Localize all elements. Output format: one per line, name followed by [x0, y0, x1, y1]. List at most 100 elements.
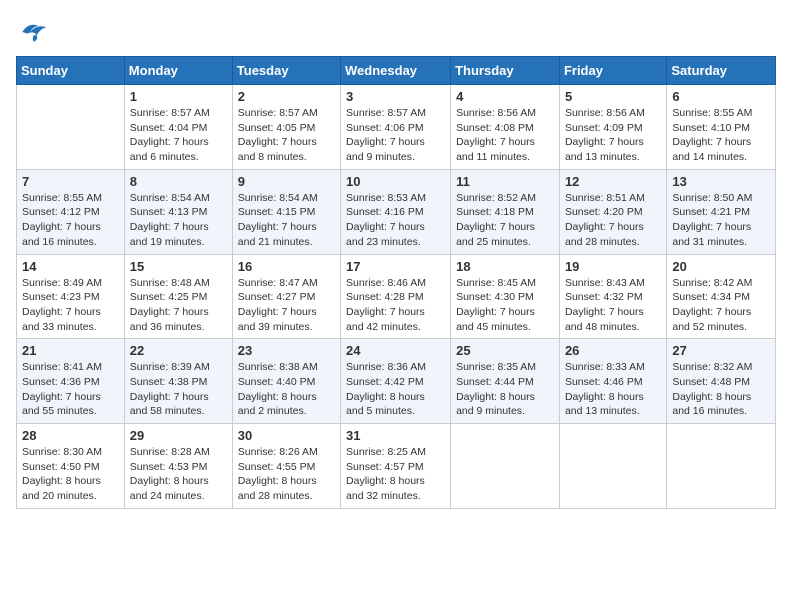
day-info: Sunrise: 8:38 AMSunset: 4:40 PMDaylight:…	[238, 360, 335, 419]
day-info: Sunrise: 8:54 AMSunset: 4:13 PMDaylight:…	[130, 191, 227, 250]
calendar-week-row: 1 Sunrise: 8:57 AMSunset: 4:04 PMDaylight…	[17, 85, 776, 170]
calendar-cell: 23Sunrise: 8:38 AMSunset: 4:40 PMDayligh…	[232, 339, 340, 424]
day-info: Sunrise: 8:50 AMSunset: 4:21 PMDaylight:…	[672, 191, 770, 250]
calendar-cell: 31 Sunrise: 8:25 AMSunset: 4:57 PMDayligh…	[341, 424, 451, 509]
day-number: 4	[456, 89, 554, 104]
calendar-cell: 10 Sunrise: 8:53 AMSunset: 4:16 PMDayligh…	[341, 169, 451, 254]
day-info: Sunrise: 8:55 AMSunset: 4:10 PMDaylight:…	[672, 106, 770, 165]
day-number: 14	[22, 259, 119, 274]
calendar-cell	[559, 424, 666, 509]
day-number: 17	[346, 259, 445, 274]
day-info: Sunrise: 8:55 AMSunset: 4:12 PMDaylight:…	[22, 191, 119, 250]
calendar-cell: 8 Sunrise: 8:54 AMSunset: 4:13 PMDaylight…	[124, 169, 232, 254]
calendar-cell: 17 Sunrise: 8:46 AMSunset: 4:28 PMDayligh…	[341, 254, 451, 339]
weekday-header-wednesday: Wednesday	[341, 57, 451, 85]
day-number: 12	[565, 174, 661, 189]
calendar-cell: 11 Sunrise: 8:52 AMSunset: 4:18 PMDayligh…	[451, 169, 560, 254]
day-number: 21	[22, 343, 119, 358]
day-info: Sunrise: 8:36 AMSunset: 4:42 PMDaylight:…	[346, 360, 445, 419]
day-info: Sunrise: 8:57 AMSunset: 4:04 PMDaylight:…	[130, 106, 227, 165]
day-info: Sunrise: 8:57 AMSunset: 4:06 PMDaylight:…	[346, 106, 445, 165]
day-info: Sunrise: 8:30 AMSunset: 4:50 PMDaylight:…	[22, 445, 119, 504]
logo	[16, 16, 52, 44]
day-info: Sunrise: 8:28 AMSunset: 4:53 PMDaylight:…	[130, 445, 227, 504]
day-info: Sunrise: 8:48 AMSunset: 4:25 PMDaylight:…	[130, 276, 227, 335]
day-info: Sunrise: 8:54 AMSunset: 4:15 PMDaylight:…	[238, 191, 335, 250]
weekday-header-tuesday: Tuesday	[232, 57, 340, 85]
day-info: Sunrise: 8:26 AMSunset: 4:55 PMDaylight:…	[238, 445, 335, 504]
weekday-header-sunday: Sunday	[17, 57, 125, 85]
day-info: Sunrise: 8:57 AMSunset: 4:05 PMDaylight:…	[238, 106, 335, 165]
calendar-cell: 2Sunrise: 8:57 AMSunset: 4:05 PMDaylight…	[232, 85, 340, 170]
calendar-cell: 15 Sunrise: 8:48 AMSunset: 4:25 PMDayligh…	[124, 254, 232, 339]
calendar-week-row: 28 Sunrise: 8:30 AMSunset: 4:50 PMDayligh…	[17, 424, 776, 509]
day-number: 7	[22, 174, 119, 189]
calendar-cell: 4 Sunrise: 8:56 AMSunset: 4:08 PMDaylight…	[451, 85, 560, 170]
calendar-cell: 22 Sunrise: 8:39 AMSunset: 4:38 PMDayligh…	[124, 339, 232, 424]
day-info: Sunrise: 8:53 AMSunset: 4:16 PMDaylight:…	[346, 191, 445, 250]
calendar-week-row: 14 Sunrise: 8:49 AMSunset: 4:23 PMDayligh…	[17, 254, 776, 339]
weekday-header-thursday: Thursday	[451, 57, 560, 85]
day-number: 24	[346, 343, 445, 358]
day-info: Sunrise: 8:46 AMSunset: 4:28 PMDaylight:…	[346, 276, 445, 335]
weekday-header-saturday: Saturday	[667, 57, 776, 85]
calendar-cell: 18 Sunrise: 8:45 AMSunset: 4:30 PMDayligh…	[451, 254, 560, 339]
day-number: 26	[565, 343, 661, 358]
calendar-table: SundayMondayTuesdayWednesdayThursdayFrid…	[16, 56, 776, 509]
day-info: Sunrise: 8:52 AMSunset: 4:18 PMDaylight:…	[456, 191, 554, 250]
day-number: 18	[456, 259, 554, 274]
calendar-cell: 7 Sunrise: 8:55 AMSunset: 4:12 PMDaylight…	[17, 169, 125, 254]
day-number: 25	[456, 343, 554, 358]
day-number: 1	[130, 89, 227, 104]
day-info: Sunrise: 8:56 AMSunset: 4:09 PMDaylight:…	[565, 106, 661, 165]
day-number: 3	[346, 89, 445, 104]
day-number: 15	[130, 259, 227, 274]
calendar-cell	[17, 85, 125, 170]
day-number: 29	[130, 428, 227, 443]
calendar-cell: 30 Sunrise: 8:26 AMSunset: 4:55 PMDayligh…	[232, 424, 340, 509]
day-info: Sunrise: 8:47 AMSunset: 4:27 PMDaylight:…	[238, 276, 335, 335]
day-number: 30	[238, 428, 335, 443]
page-header	[16, 16, 776, 44]
day-number: 9	[238, 174, 335, 189]
day-info: Sunrise: 8:39 AMSunset: 4:38 PMDaylight:…	[130, 360, 227, 419]
weekday-header-monday: Monday	[124, 57, 232, 85]
logo-icon	[16, 16, 48, 44]
day-number: 22	[130, 343, 227, 358]
calendar-cell	[451, 424, 560, 509]
calendar-cell: 1 Sunrise: 8:57 AMSunset: 4:04 PMDaylight…	[124, 85, 232, 170]
day-number: 11	[456, 174, 554, 189]
day-number: 28	[22, 428, 119, 443]
calendar-cell: 29 Sunrise: 8:28 AMSunset: 4:53 PMDayligh…	[124, 424, 232, 509]
day-number: 8	[130, 174, 227, 189]
calendar-cell: 28 Sunrise: 8:30 AMSunset: 4:50 PMDayligh…	[17, 424, 125, 509]
calendar-cell	[667, 424, 776, 509]
day-info: Sunrise: 8:33 AMSunset: 4:46 PMDaylight:…	[565, 360, 661, 419]
calendar-cell: 19 Sunrise: 8:43 AMSunset: 4:32 PMDayligh…	[559, 254, 666, 339]
day-number: 19	[565, 259, 661, 274]
calendar-cell: 13Sunrise: 8:50 AMSunset: 4:21 PMDayligh…	[667, 169, 776, 254]
day-info: Sunrise: 8:32 AMSunset: 4:48 PMDaylight:…	[672, 360, 770, 419]
calendar-cell: 9 Sunrise: 8:54 AMSunset: 4:15 PMDaylight…	[232, 169, 340, 254]
day-info: Sunrise: 8:42 AMSunset: 4:34 PMDaylight:…	[672, 276, 770, 335]
calendar-cell: 20 Sunrise: 8:42 AMSunset: 4:34 PMDayligh…	[667, 254, 776, 339]
calendar-cell: 21 Sunrise: 8:41 AMSunset: 4:36 PMDayligh…	[17, 339, 125, 424]
calendar-cell: 26 Sunrise: 8:33 AMSunset: 4:46 PMDayligh…	[559, 339, 666, 424]
day-info: Sunrise: 8:45 AMSunset: 4:30 PMDaylight:…	[456, 276, 554, 335]
day-info: Sunrise: 8:43 AMSunset: 4:32 PMDaylight:…	[565, 276, 661, 335]
day-info: Sunrise: 8:56 AMSunset: 4:08 PMDaylight:…	[456, 106, 554, 165]
day-number: 10	[346, 174, 445, 189]
weekday-header-friday: Friday	[559, 57, 666, 85]
day-info: Sunrise: 8:51 AMSunset: 4:20 PMDaylight:…	[565, 191, 661, 250]
day-number: 31	[346, 428, 445, 443]
calendar-cell: 14 Sunrise: 8:49 AMSunset: 4:23 PMDayligh…	[17, 254, 125, 339]
calendar-cell: 5Sunrise: 8:56 AMSunset: 4:09 PMDaylight…	[559, 85, 666, 170]
day-info: Sunrise: 8:41 AMSunset: 4:36 PMDaylight:…	[22, 360, 119, 419]
day-info: Sunrise: 8:35 AMSunset: 4:44 PMDaylight:…	[456, 360, 554, 419]
day-info: Sunrise: 8:25 AMSunset: 4:57 PMDaylight:…	[346, 445, 445, 504]
day-number: 20	[672, 259, 770, 274]
calendar-cell: 25 Sunrise: 8:35 AMSunset: 4:44 PMDayligh…	[451, 339, 560, 424]
calendar-week-row: 21 Sunrise: 8:41 AMSunset: 4:36 PMDayligh…	[17, 339, 776, 424]
day-info: Sunrise: 8:49 AMSunset: 4:23 PMDaylight:…	[22, 276, 119, 335]
day-number: 27	[672, 343, 770, 358]
